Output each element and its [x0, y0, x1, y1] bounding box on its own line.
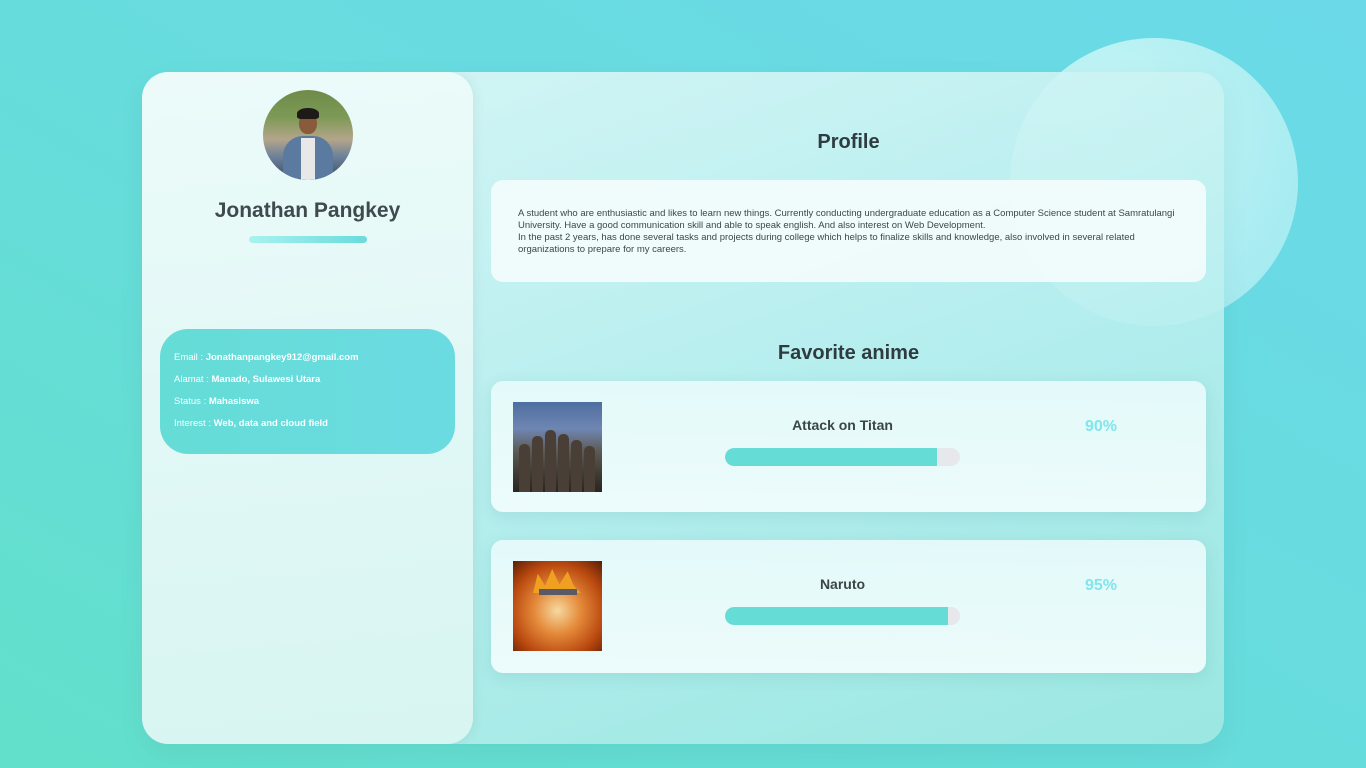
info-email-label: Email : — [174, 352, 206, 363]
rating-percent: 90% — [1084, 418, 1118, 435]
thumbnail-headband-shape — [539, 589, 577, 595]
info-address: Alamat : Manado, Sulawesi Utara — [174, 372, 441, 394]
anime-card-naruto: Naruto 95% — [491, 540, 1206, 673]
thumbnail-figure — [532, 436, 543, 492]
profile-description-box: A student who are enthusiastic and likes… — [491, 180, 1206, 282]
info-interest-label: Interest : — [174, 418, 214, 429]
info-email: Email : Jonathanpangkey912@gmail.com — [174, 350, 441, 372]
anime-card-attack-on-titan: Attack on Titan 90% — [491, 381, 1206, 512]
info-status: Status : Mahasiswa — [174, 394, 441, 416]
anime-name: Naruto — [819, 576, 866, 592]
rating-bar-fill — [725, 448, 937, 466]
thumbnail-figure — [571, 440, 582, 492]
info-email-value: Jonathanpangkey912@gmail.com — [205, 352, 359, 363]
avatar — [263, 90, 353, 180]
contact-info-box: Email : Jonathanpangkey912@gmail.com Ala… — [160, 329, 455, 454]
info-address-value: Manado, Sulawesi Utara — [211, 374, 321, 385]
rating-percent: 95% — [1084, 577, 1118, 594]
name-underline — [249, 236, 367, 243]
thumbnail-figure — [558, 434, 569, 492]
user-name: Jonathan Pangkey — [214, 199, 401, 222]
info-interest-value: Web, data and cloud field — [213, 418, 328, 429]
rating-bar — [725, 607, 960, 625]
attack-on-titan-thumbnail — [513, 402, 602, 492]
sidebar: Jonathan Pangkey Email : Jonathanpangkey… — [142, 72, 473, 744]
avatar-hair-shape — [297, 108, 319, 119]
thumbnail-figure — [519, 444, 530, 492]
thumbnail-figure — [545, 430, 556, 492]
favorite-anime-title: Favorite anime — [777, 342, 920, 364]
thumbnail-figure — [584, 446, 595, 492]
anime-name: Attack on Titan — [792, 417, 893, 433]
profile-title: Profile — [817, 131, 880, 153]
info-interest: Interest : Web, data and cloud field — [174, 416, 441, 438]
profile-description: A student who are enthusiastic and likes… — [518, 208, 1175, 255]
info-status-value: Mahasiswa — [208, 396, 260, 407]
info-status-label: Status : — [174, 396, 209, 407]
profile-card: Jonathan Pangkey Email : Jonathanpangkey… — [142, 72, 1224, 744]
rating-bar — [725, 448, 960, 466]
info-address-label: Alamat : — [174, 374, 212, 385]
rating-bar-fill — [725, 607, 949, 625]
avatar-shirt-shape — [301, 138, 315, 180]
naruto-thumbnail — [513, 561, 602, 651]
